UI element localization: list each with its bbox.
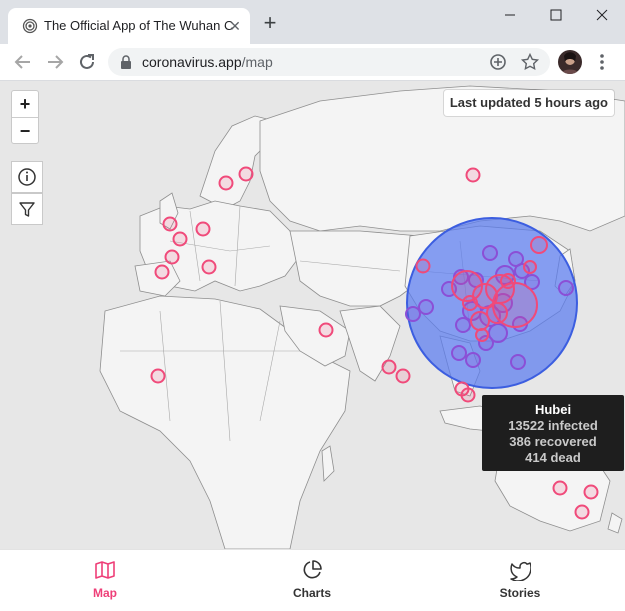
avatar[interactable] [558, 50, 582, 74]
last-updated-label: Last updated 5 hours ago [443, 90, 614, 116]
zoom-control: + − [11, 90, 39, 144]
address-bar[interactable]: coronavirus.app/map [108, 48, 550, 76]
nav-charts[interactable]: Charts [252, 550, 372, 611]
outbreak-markers[interactable] [0, 81, 625, 549]
browser-toolbar: coronavirus.app/map [0, 44, 625, 81]
nav-stories-label: Stories [499, 586, 541, 600]
back-arrow-icon[interactable] [11, 50, 35, 74]
tab-title: The Official App of The Wuhan Co [44, 18, 234, 33]
tab-close-icon[interactable]: ✕ [226, 17, 244, 35]
lock-icon [121, 55, 131, 69]
tooltip-region: Hubei [534, 402, 572, 417]
filter-icon [19, 202, 35, 217]
world-map[interactable]: + − Last updated 5 hours ago Hubei 13522… [0, 81, 625, 549]
more-menu-icon[interactable] [594, 50, 610, 74]
nav-map[interactable]: Map [45, 550, 165, 611]
forward-arrow-icon[interactable] [43, 50, 67, 74]
zoom-in-button[interactable]: + [12, 91, 38, 117]
region-tooltip: Hubei 13522 infected 386 recovered 414 d… [482, 395, 624, 471]
zoom-out-button[interactable]: − [12, 117, 38, 143]
nav-stories[interactable]: Stories [460, 550, 580, 611]
star-icon[interactable] [520, 52, 540, 72]
minimize-icon[interactable] [487, 0, 533, 30]
tooltip-dead: 414 dead [525, 450, 581, 465]
info-button[interactable] [11, 161, 43, 193]
bottom-nav: Map Charts Stories [0, 549, 625, 611]
info-icon [18, 168, 36, 186]
filter-button[interactable] [11, 193, 43, 225]
pie-chart-icon [303, 560, 322, 579]
browser-tab-strip: The Official App of The Wuhan Co ✕ + [0, 0, 625, 44]
url-text: coronavirus.app/map [142, 54, 273, 70]
browser-tab[interactable]: The Official App of The Wuhan Co ✕ [8, 8, 250, 44]
reload-icon[interactable] [75, 50, 99, 74]
favicon-icon [22, 18, 38, 34]
map-icon [95, 561, 115, 579]
tooltip-recovered: 386 recovered [509, 434, 597, 449]
new-tab-button[interactable]: + [259, 12, 281, 35]
tooltip-infected: 13522 infected [508, 418, 598, 433]
add-circle-icon[interactable] [488, 52, 508, 72]
nav-charts-label: Charts [292, 586, 331, 600]
close-icon[interactable] [579, 0, 625, 30]
nav-map-label: Map [93, 586, 117, 600]
maximize-icon[interactable] [533, 0, 579, 30]
twitter-icon [510, 561, 531, 581]
